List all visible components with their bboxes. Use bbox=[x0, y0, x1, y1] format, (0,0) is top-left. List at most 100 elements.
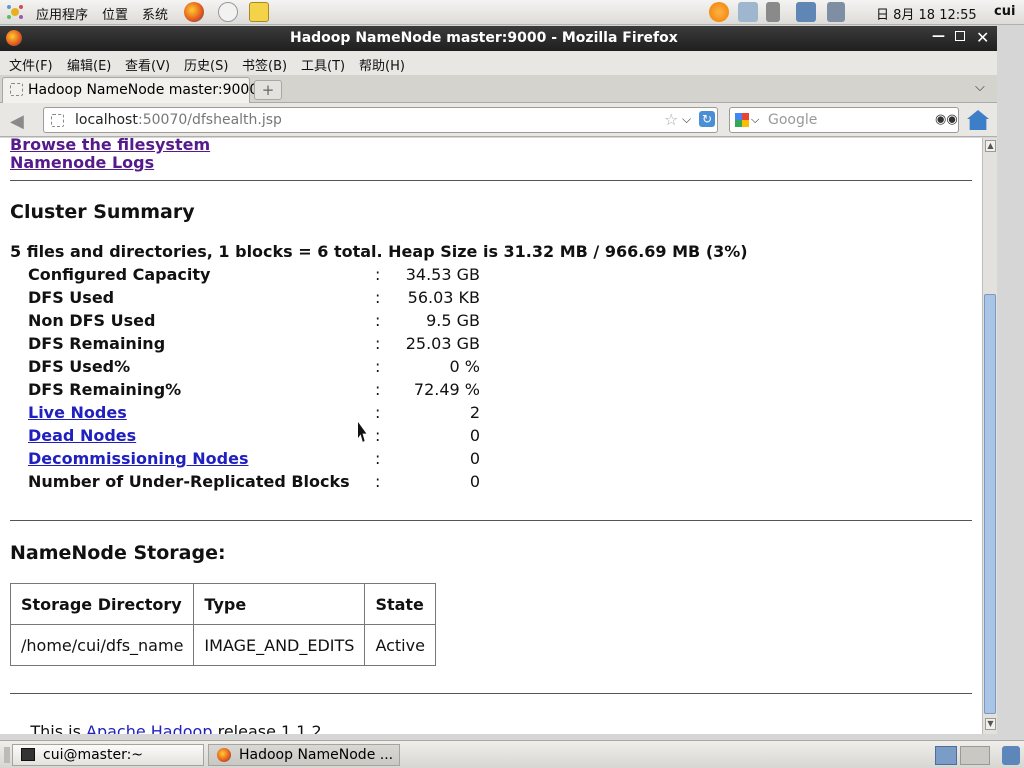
live-nodes-value: 2 bbox=[469, 403, 480, 422]
mouse-cursor-icon bbox=[358, 422, 367, 442]
storage-state-cell: Active bbox=[364, 624, 436, 666]
new-tab-button[interactable]: + bbox=[254, 80, 282, 100]
page-content: Browse the filesystem Namenode Logs Clus… bbox=[0, 138, 982, 734]
header-storage-directory: Storage Directory bbox=[9, 583, 195, 625]
maximize-icon[interactable] bbox=[955, 31, 965, 41]
trash-icon[interactable] bbox=[1002, 746, 1020, 765]
workspace-1[interactable] bbox=[935, 746, 957, 765]
row-label: DFS Used bbox=[28, 288, 115, 307]
table-row: /home/cui/dfs_name IMAGE_AND_EDITS Activ… bbox=[9, 624, 436, 666]
menu-tools[interactable]: 工具(T) bbox=[301, 55, 345, 74]
scroll-down-arrow-icon[interactable]: ▼ bbox=[985, 718, 996, 730]
menu-bookmarks[interactable]: 书签(B) bbox=[242, 55, 287, 74]
search-binoculars-icon[interactable]: ◉◉ bbox=[935, 112, 958, 127]
battery-icon[interactable] bbox=[827, 2, 845, 22]
dfs-remaining-percent-value: 72.49 % bbox=[413, 380, 480, 399]
row-dead-nodes: Dead Nodes bbox=[28, 426, 136, 446]
close-icon[interactable]: ✕ bbox=[976, 28, 989, 47]
live-nodes-link[interactable]: Live Nodes bbox=[28, 403, 127, 422]
task-terminal[interactable]: cui@master:~ bbox=[12, 744, 204, 766]
window-title: Hadoop NameNode master:9000 - Mozilla Fi… bbox=[290, 30, 678, 46]
row-label: Number of Under-Replicated Blocks bbox=[28, 472, 350, 491]
namenode-logs-link[interactable]: Namenode Logs bbox=[10, 153, 154, 172]
page-favicon-icon bbox=[10, 83, 23, 96]
task-firefox[interactable]: Hadoop NameNode ... bbox=[208, 744, 400, 766]
user-menu[interactable]: cui bbox=[994, 4, 1015, 19]
scrollbar-thumb[interactable] bbox=[984, 294, 996, 714]
url-history-chevron-icon[interactable]: ⌵ bbox=[682, 112, 691, 127]
network-icon[interactable] bbox=[738, 2, 758, 22]
colon: : bbox=[375, 311, 381, 330]
firefox-window-icon bbox=[6, 30, 22, 46]
url-path: :50070/dfshealth.jsp bbox=[138, 112, 282, 128]
divider bbox=[10, 693, 972, 694]
back-arrow-icon[interactable]: ◀ bbox=[10, 111, 24, 132]
menubar: 文件(F) 编辑(E) 查看(V) 历史(S) 书签(B) 工具(T) 帮助(H… bbox=[0, 51, 1000, 75]
mail-clock-launcher-icon[interactable] bbox=[218, 2, 238, 22]
notes-launcher-icon[interactable] bbox=[249, 2, 269, 22]
engine-chevron-icon[interactable]: ⌵ bbox=[751, 113, 759, 127]
apache-hadoop-link[interactable]: Apache Hadoop bbox=[86, 722, 213, 734]
vertical-scrollbar[interactable]: ▲ ▼ bbox=[982, 138, 997, 734]
cluster-summary-heading: Cluster Summary bbox=[10, 201, 195, 223]
storage-table: Storage Directory Type State /home/cui/d… bbox=[9, 583, 436, 666]
task-firefox-label: Hadoop NameNode ... bbox=[239, 747, 394, 763]
reload-icon[interactable]: ↻ bbox=[699, 111, 715, 127]
menu-edit[interactable]: 编辑(E) bbox=[67, 55, 111, 74]
menu-help[interactable]: 帮助(H) bbox=[359, 55, 405, 74]
home-icon[interactable] bbox=[967, 110, 989, 130]
colon: : bbox=[375, 449, 381, 468]
scroll-up-arrow-icon[interactable]: ▲ bbox=[985, 140, 996, 152]
row-dfs-used-percent: DFS Used% bbox=[28, 357, 130, 377]
gnome-foot-icon[interactable] bbox=[6, 3, 24, 21]
dfs-remaining-value: 25.03 GB bbox=[405, 334, 480, 353]
clock[interactable]: 日 8月 18 12:55 bbox=[876, 4, 977, 23]
menu-history[interactable]: 历史(S) bbox=[184, 55, 228, 74]
url-host: localhost bbox=[75, 112, 138, 128]
browse-filesystem-link[interactable]: Browse the filesystem bbox=[10, 138, 210, 154]
site-identity-icon[interactable] bbox=[51, 114, 64, 127]
colon: : bbox=[375, 357, 381, 376]
firefox-task-icon bbox=[217, 748, 231, 762]
row-dfs-remaining: DFS Remaining bbox=[28, 334, 165, 354]
summary-line: 5 files and directories, 1 blocks = 6 to… bbox=[10, 242, 748, 261]
google-engine-icon[interactable] bbox=[735, 113, 749, 127]
colon: : bbox=[375, 288, 381, 307]
top-panel: 应用程序 位置 系统 日 8月 18 12:55 cui bbox=[0, 0, 1024, 25]
tab-label: Hadoop NameNode master:9000 bbox=[28, 82, 259, 98]
row-dfs-remaining-percent: DFS Remaining% bbox=[28, 380, 181, 400]
url-bar[interactable]: localhost :50070/dfshealth.jsp ☆ ⌵ ↻ bbox=[43, 107, 718, 133]
show-desktop-icon[interactable] bbox=[4, 747, 10, 763]
colon: : bbox=[375, 426, 381, 445]
colon: : bbox=[375, 403, 381, 422]
search-input[interactable]: Google bbox=[768, 112, 817, 128]
row-dfs-used: DFS Used bbox=[28, 288, 114, 308]
search-box[interactable]: ⌵ Google ◉◉ bbox=[729, 107, 959, 133]
bookmark-star-icon[interactable]: ☆ bbox=[664, 110, 678, 129]
dead-nodes-link[interactable]: Dead Nodes bbox=[28, 426, 136, 445]
colon: : bbox=[375, 472, 381, 491]
firefox-launcher-icon[interactable] bbox=[184, 2, 204, 22]
under-replicated-blocks-value: 0 bbox=[469, 472, 480, 491]
row-label: DFS Remaining bbox=[28, 334, 166, 353]
window-titlebar[interactable]: Hadoop NameNode master:9000 - Mozilla Fi… bbox=[0, 26, 1000, 51]
tab-list-chevron-icon[interactable]: ⌵ bbox=[975, 80, 985, 95]
menu-file[interactable]: 文件(F) bbox=[9, 55, 53, 74]
places-menu[interactable]: 位置 bbox=[102, 4, 128, 23]
menu-view[interactable]: 查看(V) bbox=[125, 55, 170, 74]
footer-prefix: This is bbox=[30, 722, 86, 734]
desktop-edge bbox=[997, 26, 1024, 739]
update-notifier-icon[interactable] bbox=[709, 2, 729, 22]
display-icon[interactable] bbox=[796, 2, 816, 22]
system-menu[interactable]: 系统 bbox=[142, 4, 168, 23]
minimize-icon[interactable]: — bbox=[932, 29, 945, 44]
volume-icon[interactable] bbox=[766, 2, 780, 22]
applications-menu[interactable]: 应用程序 bbox=[36, 4, 88, 23]
storage-type-cell: IMAGE_AND_EDITS bbox=[193, 624, 366, 666]
tab-hadoop-namenode[interactable]: Hadoop NameNode master:9000 bbox=[2, 77, 258, 103]
workspace-2[interactable] bbox=[960, 746, 990, 765]
task-terminal-label: cui@master:~ bbox=[43, 747, 144, 763]
bottom-panel: cui@master:~ Hadoop NameNode ... bbox=[0, 740, 1024, 768]
header-state: State bbox=[364, 583, 436, 625]
decommissioning-nodes-link[interactable]: Decommissioning Nodes bbox=[28, 449, 248, 468]
